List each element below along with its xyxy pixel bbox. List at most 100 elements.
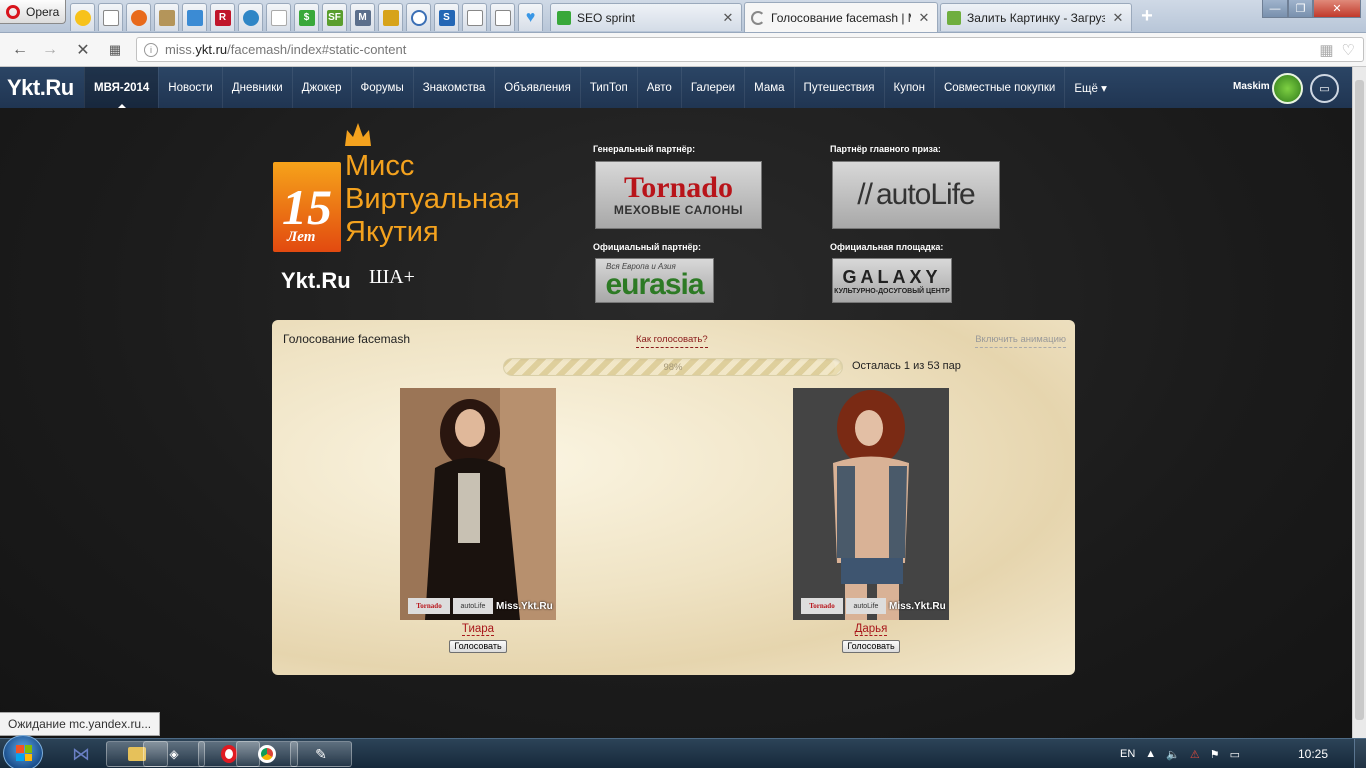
- pinned-tab-11[interactable]: M: [350, 3, 375, 31]
- volume-icon[interactable]: 🔈: [1166, 748, 1180, 761]
- minimize-button[interactable]: —: [1262, 0, 1288, 18]
- pinned-tab-7[interactable]: [238, 3, 263, 31]
- taskbar-app-paint[interactable]: ✎: [290, 741, 352, 767]
- pinned-tab-5[interactable]: [182, 3, 207, 31]
- stop-loading-button[interactable]: ✕: [72, 39, 94, 61]
- input-language[interactable]: EN: [1120, 748, 1135, 760]
- menu-item-more[interactable]: Ещё ▾: [1064, 67, 1116, 108]
- display-icon[interactable]: ▭: [1230, 748, 1240, 761]
- candidate-left: Tornado autoLife Miss.Ykt.Ru Тиара Голос…: [400, 388, 556, 653]
- pinned-tab-4[interactable]: [154, 3, 179, 31]
- tab-close-icon[interactable]: ✕: [1111, 10, 1125, 26]
- tab-close-icon[interactable]: ✕: [917, 10, 931, 26]
- network-warning-icon[interactable]: ⚠: [1190, 748, 1200, 761]
- pinned-tab-3[interactable]: [126, 3, 151, 31]
- dollar-icon: [557, 10, 571, 25]
- menu-item-ads[interactable]: Объявления: [494, 67, 580, 108]
- speed-dial-button[interactable]: ▦: [104, 39, 126, 61]
- tray-overflow-icon[interactable]: ▲: [1145, 748, 1156, 760]
- address-bar[interactable]: i miss. ykt.ru/facemash/index#static-cont…: [136, 37, 1364, 62]
- pinned-tab-17[interactable]: ♥: [518, 3, 543, 31]
- candidate-photo[interactable]: Tornado autoLife Miss.Ykt.Ru: [400, 388, 556, 620]
- menu-item-mama[interactable]: Мама: [744, 67, 793, 108]
- page-grid-icon[interactable]: ▦: [1319, 41, 1333, 59]
- show-desktop-button[interactable]: [1354, 739, 1366, 768]
- site-info-icon[interactable]: i: [144, 43, 158, 57]
- messages-button[interactable]: ▭: [1310, 74, 1339, 103]
- pinned-tab-8[interactable]: [266, 3, 291, 31]
- crown-icon: [345, 123, 371, 146]
- menu-item-forums[interactable]: Форумы: [350, 67, 413, 108]
- eurasia-banner[interactable]: Вся Европа и Азия eurasia: [595, 258, 714, 303]
- page-icon: [494, 9, 511, 26]
- autolife-banner[interactable]: // autoLife: [832, 161, 1000, 229]
- pinned-tab-10[interactable]: SF: [322, 3, 347, 31]
- taskbar-app-1[interactable]: ⋈: [50, 741, 112, 767]
- browser-navigation-bar: ← → ✕ ▦ i miss. ykt.ru/facemash/index#sta…: [0, 33, 1366, 67]
- menu-item-news[interactable]: Новости: [158, 67, 222, 108]
- avatar[interactable]: [1272, 73, 1303, 104]
- remaining-pairs: Осталась 1 из 53 пар: [852, 360, 961, 372]
- chat-bubble-icon: ▭: [1319, 83, 1330, 95]
- site-logo[interactable]: Ykt.Ru: [7, 75, 74, 101]
- vote-button[interactable]: Голосовать: [842, 640, 900, 653]
- menu-item-tiptop[interactable]: ТипТоп: [579, 67, 637, 108]
- forward-button[interactable]: →: [39, 39, 61, 61]
- menu-item-coupon[interactable]: Купон: [883, 67, 934, 108]
- tab-facemash-voting[interactable]: Голосование facemash | Miss.Ykt.Ru ✕: [744, 2, 938, 32]
- opera-logo-icon: [6, 4, 20, 19]
- enable-animation-link[interactable]: Включить анимацию: [975, 334, 1066, 348]
- taskbar-app-game[interactable]: ◈: [143, 741, 205, 767]
- menu-item-group-buying[interactable]: Совместные покупки: [933, 67, 1064, 108]
- user-name-link[interactable]: Maskim: [1233, 81, 1270, 92]
- action-center-icon[interactable]: ⚑: [1210, 748, 1220, 761]
- taskbar-clock[interactable]: 10:25: [1298, 747, 1328, 761]
- pinned-tab-12[interactable]: [378, 3, 403, 31]
- pinned-tab-16[interactable]: [490, 3, 515, 31]
- watermark-autolife: autoLife: [453, 598, 493, 614]
- pinned-tab-13[interactable]: [406, 3, 431, 31]
- heart-bookmark-icon[interactable]: ♡: [1342, 41, 1355, 59]
- site-header: Ykt.Ru МВЯ-2014 Новости Дневники Джокер …: [0, 67, 1352, 109]
- chrome-icon: [258, 745, 276, 763]
- tornado-banner[interactable]: Tornado МЕХОВЫЕ САЛОНЫ: [595, 161, 762, 229]
- menu-item-galleries[interactable]: Галереи: [680, 67, 744, 108]
- globe-icon: [242, 9, 259, 26]
- taskbar-app-chrome[interactable]: [236, 741, 298, 767]
- site-main-menu: МВЯ-2014 Новости Дневники Джокер Форумы …: [84, 67, 1116, 109]
- contest-logo[interactable]: 15 Лет Мисс Виртуальная Якутия Ykt.Ru ША…: [273, 120, 543, 310]
- candidate-photo[interactable]: Tornado autoLife Miss.Ykt.Ru: [793, 388, 949, 620]
- menu-item-dating[interactable]: Знакомства: [412, 67, 495, 108]
- opera-menu-button[interactable]: Opera: [0, 0, 66, 24]
- page-scrollbar[interactable]: [1352, 67, 1366, 740]
- menu-item-joker[interactable]: Джокер: [291, 67, 351, 108]
- maximize-button[interactable]: ❐: [1288, 0, 1313, 18]
- back-button[interactable]: ←: [9, 39, 31, 61]
- pinned-tab-9[interactable]: $: [294, 3, 319, 31]
- pinned-tab-15[interactable]: [462, 3, 487, 31]
- pinned-tab-1[interactable]: [70, 3, 95, 31]
- tab-upload-picture[interactable]: Залить Картинку - Загрузить фото ✕: [940, 3, 1132, 31]
- how-to-vote-link[interactable]: Как голосовать?: [636, 334, 708, 348]
- galaxy-banner[interactable]: GALAXY КУЛЬТУРНО-ДОСУГОВЫЙ ЦЕНТР: [832, 258, 952, 303]
- menu-item-mvya-2014[interactable]: МВЯ-2014: [84, 67, 159, 109]
- new-tab-button[interactable]: +: [1137, 6, 1157, 26]
- start-button[interactable]: [3, 735, 43, 768]
- watermark-autolife: autoLife: [846, 598, 886, 614]
- candidate-name[interactable]: Дарья: [793, 623, 949, 636]
- autolife-name: autoLife: [875, 178, 976, 211]
- vote-button[interactable]: Голосовать: [449, 640, 507, 653]
- scrollbar-thumb[interactable]: [1355, 80, 1364, 720]
- pinned-tab-14[interactable]: S: [434, 3, 459, 31]
- menu-item-auto[interactable]: Авто: [636, 67, 681, 108]
- page-icon: [466, 9, 483, 26]
- arrow-right-icon: →: [42, 41, 58, 58]
- close-window-button[interactable]: ✕: [1313, 0, 1361, 18]
- tab-close-icon[interactable]: ✕: [721, 10, 735, 26]
- pinned-tab-6[interactable]: R: [210, 3, 235, 31]
- pinned-tab-2[interactable]: [98, 3, 123, 31]
- menu-item-diaries[interactable]: Дневники: [221, 67, 292, 108]
- menu-item-travel[interactable]: Путешествия: [793, 67, 884, 108]
- tab-seo-sprint[interactable]: SEO sprint ✕: [550, 3, 742, 31]
- candidate-name[interactable]: Тиара: [400, 623, 556, 636]
